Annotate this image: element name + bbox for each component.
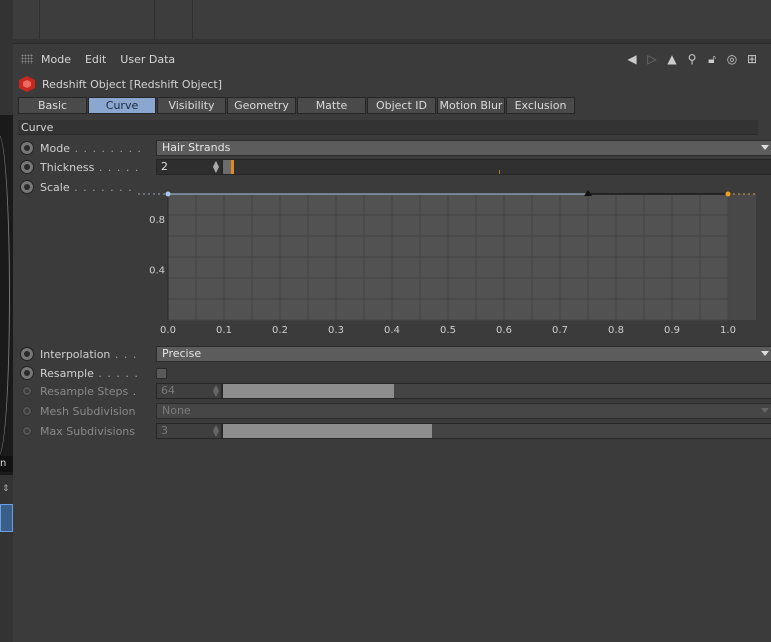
tab-motion-blur[interactable]: Motion Blur bbox=[437, 97, 505, 114]
curve-point bbox=[165, 191, 171, 197]
param-mode: Mode . . . . . . . . . . Hair Strands bbox=[18, 139, 771, 157]
max-subdivisions-slider[interactable] bbox=[222, 423, 771, 439]
new-panel-icon[interactable]: ⊞ bbox=[745, 52, 759, 66]
x-tick-label: 1.0 bbox=[720, 325, 736, 336]
viewport-label: n bbox=[0, 456, 13, 472]
panel-column bbox=[40, 0, 155, 40]
curve-point-end bbox=[725, 191, 731, 197]
graph-right-margin bbox=[728, 194, 756, 320]
x-tick-label: 0.9 bbox=[664, 325, 680, 336]
param-resample: Resample . . . . . . . bbox=[18, 364, 758, 382]
cursor-icon[interactable]: ▲ bbox=[665, 52, 679, 66]
y-tick-label: 0.8 bbox=[149, 215, 165, 226]
y-tick-label: 0.4 bbox=[149, 266, 165, 277]
toolbar: ◀ ▷ ▲ ⚲ 🔓︎ ◎ ⊞ bbox=[625, 52, 761, 67]
grip-icon[interactable] bbox=[21, 54, 33, 64]
tab-visibility[interactable]: Visibility bbox=[157, 97, 226, 114]
chevron-down-icon bbox=[761, 351, 769, 356]
viewport-button[interactable] bbox=[0, 504, 13, 532]
tab-geometry[interactable]: Geometry bbox=[227, 97, 296, 114]
animate-toggle-icon[interactable] bbox=[22, 426, 32, 436]
x-tick-label: 0.7 bbox=[552, 325, 568, 336]
attribute-menubar: Mode Edit User Data ◀ ▷ ▲ ⚲ 🔓︎ ◎ ⊞ bbox=[13, 49, 761, 69]
param-max-subdivisions: Max Subdivisions 3 ▲ ▼ bbox=[18, 422, 771, 440]
param-interpolation: Interpolation . . . . Precise bbox=[18, 345, 771, 363]
menu-edit[interactable]: Edit bbox=[85, 53, 106, 66]
animate-toggle-icon[interactable] bbox=[22, 386, 32, 396]
search-icon[interactable]: ⚲ bbox=[685, 52, 699, 66]
param-label: Thickness . . . . . . bbox=[40, 160, 140, 174]
x-tick-label: 0.3 bbox=[328, 325, 344, 336]
param-label: Resample . . . . . . . bbox=[40, 366, 140, 380]
viewport-strip[interactable]: n ⇕ bbox=[0, 0, 13, 642]
interpolation-dropdown[interactable]: Precise bbox=[156, 346, 771, 362]
horizontal-scrollbar[interactable] bbox=[13, 39, 771, 43]
param-thickness: Thickness . . . . . . 2▲▼ bbox=[18, 158, 771, 176]
menu-mode[interactable]: Mode bbox=[41, 53, 71, 66]
x-tick-label: 0.0 bbox=[160, 325, 176, 336]
chevron-down-icon bbox=[761, 145, 769, 150]
resample-checkbox[interactable] bbox=[156, 368, 167, 379]
slider-handle[interactable] bbox=[231, 160, 234, 174]
param-label: Interpolation . . . . bbox=[40, 347, 140, 361]
slider-tick bbox=[499, 170, 500, 174]
section-title: Curve bbox=[18, 120, 758, 135]
resample-steps-slider[interactable] bbox=[222, 383, 771, 399]
tab-basic[interactable]: Basic bbox=[18, 97, 87, 114]
mode-dropdown[interactable]: Hair Strands bbox=[156, 140, 771, 156]
animate-toggle-icon[interactable] bbox=[22, 406, 32, 416]
lock-icon[interactable]: 🔓︎ bbox=[705, 52, 719, 66]
param-label: Mesh Subdivision bbox=[40, 404, 136, 418]
spinner-icon[interactable]: ▲ ▼ bbox=[213, 384, 219, 398]
x-tick-label: 0.2 bbox=[272, 325, 288, 336]
animate-toggle-icon[interactable] bbox=[20, 160, 34, 174]
slider-fill bbox=[223, 424, 432, 438]
object-header: Redshift Object [Redshift Object] bbox=[18, 74, 222, 94]
wireframe-outline bbox=[0, 135, 10, 455]
tab-object-id[interactable]: Object ID bbox=[367, 97, 436, 114]
animate-toggle-icon[interactable] bbox=[20, 347, 34, 361]
thickness-input[interactable]: 2 ▲ ▼ bbox=[156, 159, 222, 175]
x-tick-label: 0.5 bbox=[440, 325, 456, 336]
param-label: Scale . . . . . . . . . bbox=[40, 180, 140, 194]
tab-curve[interactable]: Curve bbox=[88, 97, 156, 114]
param-label: Mode . . . . . . . . . . bbox=[40, 141, 140, 155]
back-arrow-icon[interactable]: ◀ bbox=[625, 52, 639, 66]
viewport-preview[interactable] bbox=[0, 115, 13, 475]
x-tick-label: 0.6 bbox=[496, 325, 512, 336]
tab-matte[interactable]: Matte bbox=[297, 97, 366, 114]
resample-steps-input[interactable]: 64 ▲ ▼ bbox=[156, 383, 222, 399]
target-icon[interactable]: ◎ bbox=[725, 52, 739, 66]
tab-exclusion[interactable]: Exclusion bbox=[506, 97, 575, 114]
param-mesh-subdivision: Mesh Subdivision None bbox=[18, 402, 771, 420]
slider-fill bbox=[223, 160, 231, 174]
animate-toggle-icon[interactable] bbox=[20, 366, 34, 380]
slider-fill bbox=[223, 384, 394, 398]
max-subdivisions-input[interactable]: 3 ▲ ▼ bbox=[156, 423, 222, 439]
menu-user-data[interactable]: User Data bbox=[120, 53, 175, 66]
viewport-spin-icon[interactable]: ⇕ bbox=[2, 484, 10, 494]
thickness-slider[interactable] bbox=[222, 159, 771, 175]
panel-column bbox=[13, 0, 40, 40]
animate-toggle-icon[interactable] bbox=[20, 180, 34, 194]
object-manager-panel bbox=[13, 0, 771, 44]
mesh-subdivision-dropdown[interactable]: None bbox=[156, 403, 771, 419]
x-tick-label: 0.4 bbox=[384, 325, 400, 336]
x-tick-label: 0.1 bbox=[216, 325, 232, 336]
chevron-down-icon bbox=[761, 408, 769, 413]
tab-bar: Basic Curve Visibility Geometry Matte Ob… bbox=[18, 97, 576, 114]
param-label: Max Subdivisions bbox=[40, 424, 135, 438]
animate-toggle-icon[interactable] bbox=[20, 141, 34, 155]
panel-column bbox=[155, 0, 193, 40]
param-resample-steps: Resample Steps . . 64▲▼ bbox=[18, 382, 771, 400]
object-title: Redshift Object [Redshift Object] bbox=[42, 77, 223, 91]
param-label: Resample Steps . . bbox=[40, 384, 140, 398]
forward-arrow-icon[interactable]: ▷ bbox=[645, 52, 659, 66]
curve-svg[interactable]: 0.0 0.1 0.2 0.3 0.4 0.5 0.6 0.7 0.8 0.9 1.0 0.8 0.4 bbox=[138, 176, 758, 340]
spinner-icon[interactable]: ▲ ▼ bbox=[213, 160, 219, 174]
scale-curve-graph[interactable]: 0.0 0.1 0.2 0.3 0.4 0.5 0.6 0.7 0.8 0.9 1.0 0.8 0.4 bbox=[138, 176, 758, 340]
x-tick-label: 0.8 bbox=[608, 325, 624, 336]
redshift-object-icon bbox=[18, 75, 36, 93]
spinner-icon[interactable]: ▲ ▼ bbox=[213, 424, 219, 438]
